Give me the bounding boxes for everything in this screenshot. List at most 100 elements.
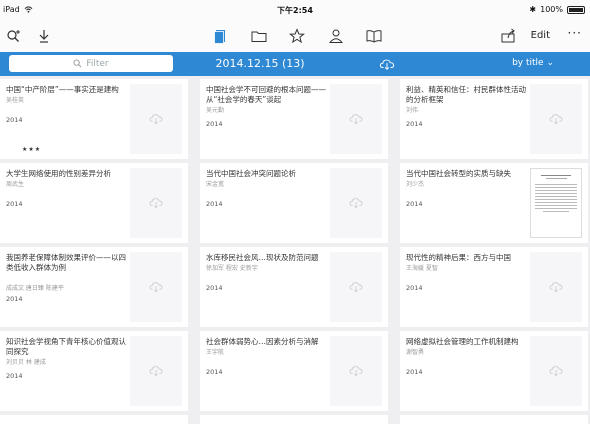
document-year: 2014 [6,295,23,303]
document-title: 当代中国社会冲突问题论析 [206,169,296,178]
toolbar: Edit ··· [0,20,590,52]
status-bar: iPad 下午2:54 ✱ 100% [0,0,590,20]
document-year: 2014 [406,200,423,208]
cloud-icon [349,114,363,125]
cloud-icon [149,114,163,125]
document-author: 刘少杰 [406,181,425,188]
document-author: 吴桂英 [6,97,25,104]
cloud-icon [549,114,563,125]
document-title: 我国养老保障体制效果评价——以四类低收入群体为例 [6,253,126,272]
documents-icon[interactable] [212,28,228,44]
document-card[interactable]: 社会群体弱势心…因素分析与消解 王宇航 2014 [200,331,388,411]
book-icon[interactable] [366,28,382,44]
document-card[interactable]: 现代性的精神后果：西方与中国 王海媛 夏智 2014 [400,247,588,327]
battery-percent: 100% [540,5,563,14]
document-year: 2014 [6,116,23,124]
thumbnail-text-line [535,184,577,185]
document-thumbnail [330,336,382,406]
document-year: 2014 [406,120,423,128]
document-thumbnail [330,84,382,154]
document-thumbnail [330,168,382,238]
document-thumbnail [130,84,182,154]
page-title-text: 2014.12.15 (13) [215,57,305,70]
status-right: ✱ 100% [529,5,585,14]
document-year: 2014 [6,372,23,380]
document-card[interactable]: 网络虚拟社会管理的工作机制建构 谢智勇 2014 [400,331,588,411]
document-card[interactable]: 当代中国社会冲突问题论析 宋金宽 2014 [200,163,388,243]
share-icon[interactable] [500,28,516,44]
bluetooth-icon: ✱ [529,5,537,14]
document-thumbnail [530,84,582,154]
document-thumbnail [130,336,182,406]
document-year: 2014 [206,120,223,128]
document-author: 吴元勤 [206,107,225,114]
document-title: 水库移民社会风…现状及防范问题 [206,253,319,262]
document-card[interactable]: 利益、精英和信任：村民群体性活动的分析框架 刘伟 2014 [400,79,588,159]
document-card[interactable]: 中国“中产阶层”——事实还是建构 吴桂英 2014 ★★★ [0,79,188,159]
document-card[interactable]: 中国社会学不可回避的根本问题——从“社会学的春天”谈起 吴元勤 2014 [200,79,388,159]
sort-button[interactable]: by title ⌄ [512,58,554,68]
document-card[interactable]: 当代中国社会转型的实质与缺失 刘少杰 2014 [400,163,588,243]
cloud-icon [549,366,563,377]
document-title: 网络虚拟社会管理的工作机制建构 [406,337,519,346]
author-icon[interactable] [328,28,344,44]
cloud-icon [349,282,363,293]
thumbnail-text-line [543,211,569,212]
thumbnail-text-line [535,205,577,206]
document-card[interactable] [400,415,588,424]
thumbnail-text-line [535,199,577,200]
document-year: 2014 [206,368,223,376]
header-bar: Filter 2014.12.15 (13) by title ⌄ [0,52,590,76]
document-author: 成成文 唐日臻 陈建平 [6,285,64,292]
thumbnail-text-line [535,193,577,194]
document-title: 知识社会学视角下青年核心价值观认同探究 [6,337,126,356]
document-year: 2014 [406,284,423,292]
cloud-icon [149,198,163,209]
document-title: 大学生网络使用的性别差异分析 [6,169,111,178]
document-title: 现代性的精神后果：西方与中国 [406,253,511,262]
edit-button[interactable]: Edit [531,30,550,41]
more-button[interactable]: ··· [568,26,582,40]
document-card[interactable]: 我国养老保障体制效果评价——以四类低收入群体为例 成成文 唐日臻 陈建平 201… [0,247,188,327]
page-title: 2014.12.15 (13) [0,57,590,70]
thumbnail-text-line [545,178,567,179]
document-card[interactable] [0,415,188,424]
document-title: 当代中国社会转型的实质与缺失 [406,169,511,178]
document-card[interactable]: 大学生网络使用的性别差异分析 周武生 2014 [0,163,188,243]
document-year: 2014 [406,368,423,376]
cloud-download-icon[interactable] [380,57,394,71]
star-icon[interactable] [289,28,305,44]
rating-stars: ★★★ [22,146,42,153]
document-title: 中国社会学不可回避的根本问题——从“社会学的春天”谈起 [206,85,326,104]
document-author: 王宇航 [206,349,225,356]
chevron-down-icon: ⌄ [546,58,554,68]
document-author: 刘贝贝 林 建成 [6,359,46,366]
status-time: 下午2:54 [277,6,313,15]
cloud-icon [149,366,163,377]
download-icon[interactable] [36,28,52,44]
thumbnail-text-line [535,208,577,209]
document-card[interactable] [200,415,388,424]
document-thumbnail [530,252,582,322]
document-thumbnail [130,252,182,322]
document-grid: 中国“中产阶层”——事实还是建构 吴桂英 2014 ★★★ 中国社会学不可回避的… [0,76,590,424]
document-title: 社会群体弱势心…因素分析与消解 [206,337,319,346]
thumbnail-text-line [535,187,577,188]
search-add-icon[interactable] [6,28,22,44]
document-author: 宋金宽 [206,181,225,188]
folder-icon[interactable] [251,28,267,44]
document-thumbnail [330,252,382,322]
cloud-icon [549,282,563,293]
thumbnail-text-line [535,190,577,191]
document-thumbnail [130,168,182,238]
document-title: 中国“中产阶层”——事实还是建构 [6,85,119,94]
cloud-icon [349,198,363,209]
document-card[interactable]: 水库移民社会风…现状及防范问题 徐加军 程宏 史新宇 2014 [200,247,388,327]
document-author: 王海媛 夏智 [406,265,438,272]
document-title: 利益、精英和信任：村民群体性活动的分析框架 [406,85,526,104]
document-author: 周武生 [6,181,25,188]
cloud-icon [149,282,163,293]
document-year: 2014 [206,200,223,208]
document-year: 2014 [206,284,223,292]
document-card[interactable]: 知识社会学视角下青年核心价值观认同探究 刘贝贝 林 建成 2014 [0,331,188,411]
